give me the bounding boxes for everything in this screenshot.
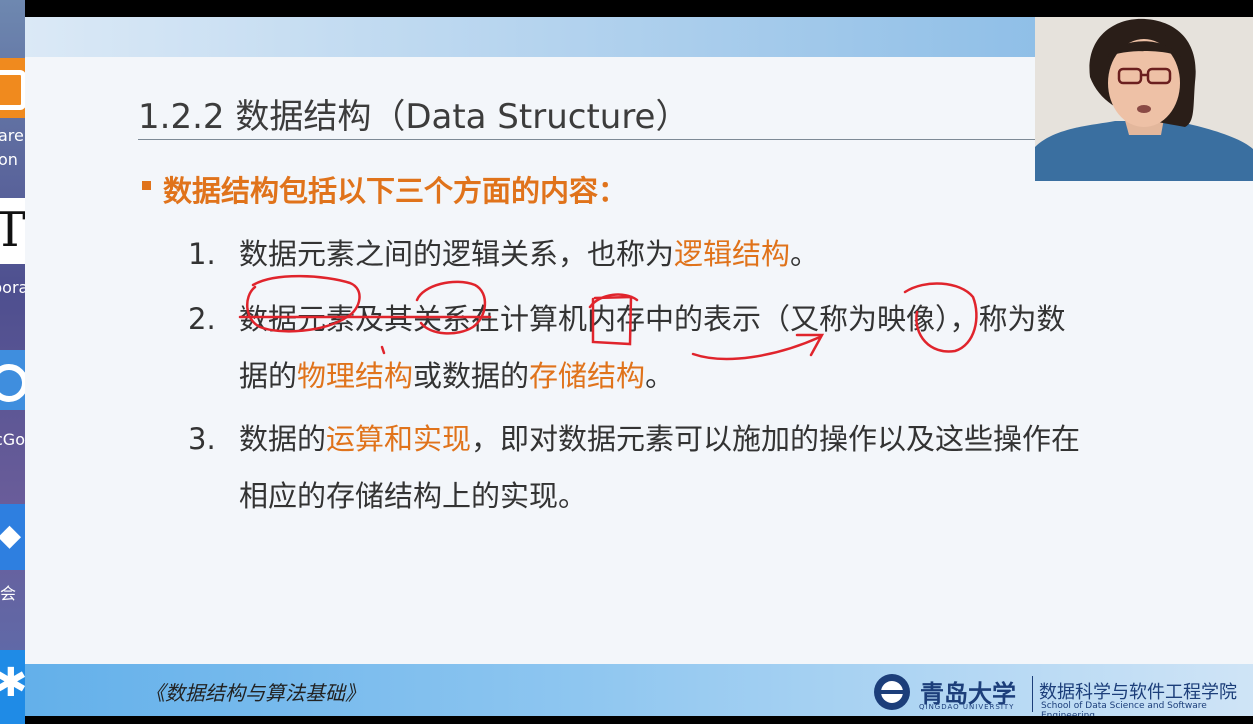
app-icon-star[interactable]: ✱ <box>0 650 25 724</box>
app-icon-orange[interactable] <box>0 58 25 118</box>
desktop-strip: are on T bora cGo ◆ 会 ✱ <box>0 0 25 724</box>
presenter-video-frame <box>1035 17 1253 181</box>
desktop-label: 会 <box>0 584 17 603</box>
university-name-en: QINGDAO UNIVERSITY <box>919 703 1015 711</box>
circle-annotation <box>415 280 487 335</box>
app-icon-meeting[interactable]: ◆ <box>0 504 25 570</box>
desktop-label: cGo <box>0 430 25 449</box>
book-title: 《数据结构与算法基础》 <box>145 681 365 705</box>
footer-separator <box>1032 676 1033 712</box>
app-icon-t[interactable]: T <box>0 198 25 264</box>
university-logo-icon <box>874 674 910 710</box>
school-name-en: School of Data Science and Software Engi… <box>1041 701 1207 716</box>
circle-annotation <box>246 274 361 333</box>
tick-annotation <box>380 345 386 355</box>
app-icon-blue[interactable] <box>0 350 25 410</box>
desktop-label: bora <box>0 278 25 297</box>
desktop-label: on <box>0 150 18 169</box>
arrow-annotation <box>691 335 822 361</box>
box-annotation <box>591 295 633 346</box>
webcam-video[interactable] <box>1035 17 1253 181</box>
desktop-label: are <box>0 126 24 145</box>
circle-annotation <box>903 282 978 353</box>
